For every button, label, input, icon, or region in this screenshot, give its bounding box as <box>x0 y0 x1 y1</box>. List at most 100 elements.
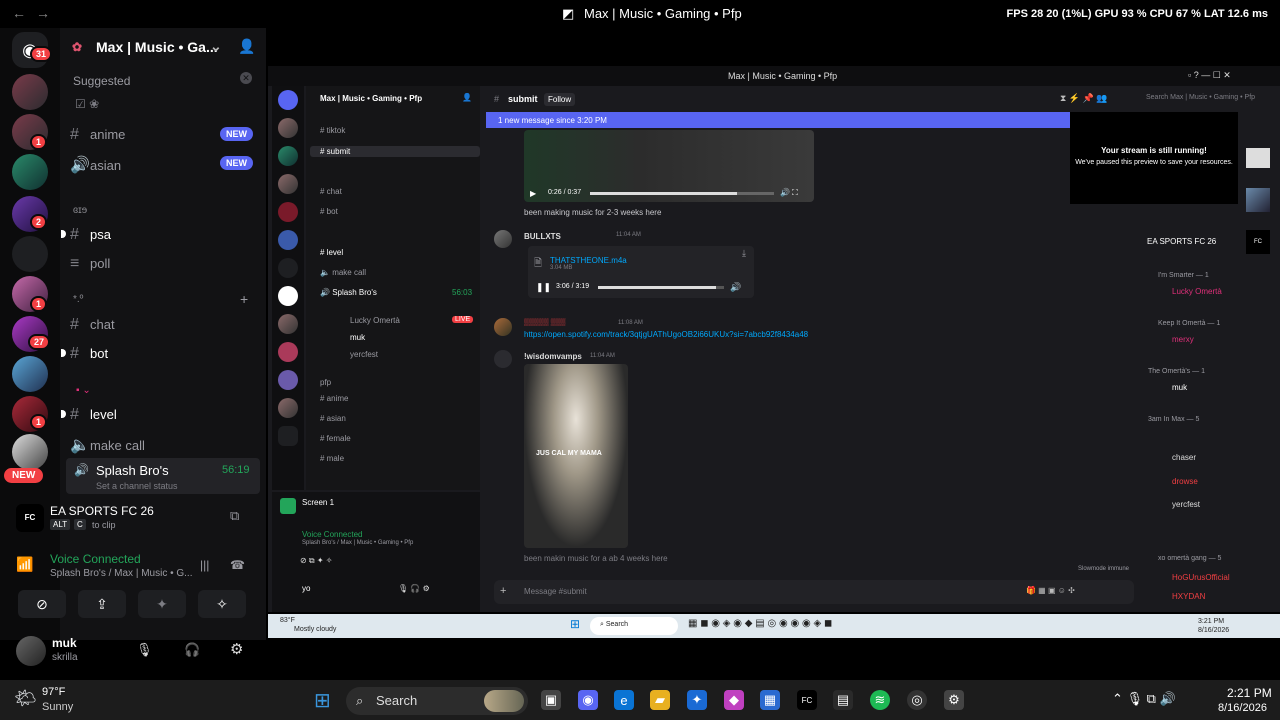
avatar[interactable] <box>16 636 46 666</box>
file-explorer-icon[interactable]: ▰ <box>650 690 670 710</box>
member-name[interactable]: muk <box>1172 383 1187 392</box>
inner-server-icon[interactable] <box>278 118 298 138</box>
voice-member[interactable]: Lucky Omertà <box>350 316 400 325</box>
forward-arrow-icon[interactable]: → <box>36 5 50 21</box>
message-input[interactable]: + Message #submit 🎁 ▦ ▣ ☺ ✣ <box>494 580 1134 604</box>
weather-sun-icon[interactable]: 🌤 <box>14 688 37 709</box>
channel-psa[interactable]: # psa <box>70 226 111 244</box>
inner-channel-bot[interactable]: # bot <box>320 207 338 216</box>
member-thumbnail[interactable] <box>1246 148 1270 168</box>
channel-bot[interactable]: # bot <box>70 345 108 363</box>
avatar[interactable] <box>494 318 512 336</box>
server-icon[interactable] <box>12 356 48 392</box>
attach-plus-icon[interactable]: + <box>500 585 506 597</box>
video-progress[interactable] <box>590 192 774 195</box>
server-icon[interactable] <box>12 434 48 470</box>
settings-gear-icon[interactable]: ⚙ <box>230 640 243 658</box>
inner-server-icon[interactable] <box>278 398 298 418</box>
spotify-icon[interactable]: ≋ <box>870 690 890 710</box>
inner-channel-male[interactable]: # male <box>320 454 344 463</box>
inner-server-icon[interactable] <box>278 286 298 306</box>
inner-server-name[interactable]: Max | Music • Gaming • Pfp <box>320 94 422 103</box>
disconnect-icon[interactable]: ☎ <box>230 558 245 572</box>
inner-server-icon[interactable] <box>278 314 298 334</box>
edge-browser-icon[interactable]: e <box>614 690 634 710</box>
channel-anime[interactable]: # anime <box>70 126 125 144</box>
inner-search[interactable]: ⌕ Search <box>590 617 678 635</box>
ea-fc-icon[interactable]: FC <box>797 690 817 710</box>
inner-voice-status[interactable]: Voice Connected <box>302 530 363 539</box>
server-icon[interactable] <box>12 154 48 190</box>
windows-start-icon[interactable]: ⊞ <box>570 617 580 631</box>
username[interactable]: muk <box>52 636 77 650</box>
settings-gear-icon[interactable]: ⚙ <box>944 690 964 710</box>
member-name[interactable]: drowse <box>1172 477 1198 486</box>
member-name[interactable]: HoGUrusOfficial <box>1172 573 1230 582</box>
store-icon[interactable]: ▦ <box>760 690 780 710</box>
message-author[interactable]: BULLXTS <box>524 232 561 241</box>
voice-status[interactable]: Voice Connected <box>50 552 141 566</box>
server-icon[interactable] <box>12 74 48 110</box>
channel-status[interactable]: Set a channel status <box>96 481 178 491</box>
voice-channel-splash[interactable]: 🔊 Splash Bro's 56:19 Set a channel statu… <box>66 458 260 494</box>
inner-username[interactable]: yo <box>302 584 310 593</box>
volume-icon[interactable]: 🔊 <box>730 282 741 293</box>
spotify-link[interactable]: https://open.spotify.com/track/3qtjgUATh… <box>524 330 808 339</box>
channel-level[interactable]: # level <box>70 406 117 424</box>
file-link[interactable]: THATSTHEONE.m4a <box>550 256 627 265</box>
channel-chat[interactable]: # chat <box>70 316 115 334</box>
tray-icons[interactable]: ⌃ 🎙 ⧉ 🔊 <box>1112 691 1176 707</box>
category-label[interactable]: *.º <box>73 294 83 305</box>
volume-icon[interactable]: 🔊 ⛶ <box>780 188 798 198</box>
obs-icon[interactable]: ◎ <box>907 690 927 710</box>
activities-button[interactable]: ✦ <box>138 590 186 618</box>
soundboard-icon[interactable]: ||| <box>200 558 209 572</box>
voice-location[interactable]: Splash Bro's / Max | Music • G... <box>50 568 193 579</box>
add-channel-icon[interactable]: + <box>240 291 248 307</box>
signal-icon[interactable]: 📶 <box>16 556 33 573</box>
play-icon[interactable]: ▶ <box>530 189 536 198</box>
member-name[interactable]: HXYDAN <box>1172 592 1205 601</box>
inner-channel-anime[interactable]: # anime <box>320 394 348 403</box>
inner-channel-make-call[interactable]: 🔈 make call <box>320 268 366 277</box>
activity-game[interactable]: EA SPORTS FC 26 <box>1147 237 1216 246</box>
app-icon[interactable]: ✦ <box>687 690 707 710</box>
inner-server-icon[interactable] <box>278 370 298 390</box>
inner-channel-asian[interactable]: # asian <box>320 414 346 423</box>
inner-window-controls[interactable]: ▫ ? — ☐ ✕ <box>1188 70 1231 81</box>
add-member-icon[interactable]: 👤 <box>462 93 472 102</box>
add-member-icon[interactable]: 👤 <box>238 38 255 55</box>
chevron-down-icon[interactable]: ⌄ <box>210 38 222 55</box>
category-flag-icon[interactable]: ▪ ⌄ <box>76 385 91 396</box>
message-author[interactable]: !wisdomvamps <box>524 352 582 361</box>
inner-voice-buttons[interactable]: ⊘ ⧉ ✦ ✧ <box>300 556 333 566</box>
screen-share-icon[interactable]: ⧉ <box>230 508 239 524</box>
search-input[interactable]: Search Max | Music • Gaming • Pfp <box>1146 94 1255 101</box>
member-name[interactable]: yercfest <box>1172 500 1200 509</box>
inner-server-icon[interactable] <box>278 230 298 250</box>
inner-server-icon[interactable] <box>278 174 298 194</box>
copilot-icon[interactable]: ◆ <box>724 690 744 710</box>
inner-server-icon[interactable] <box>278 202 298 222</box>
inner-voice-channel[interactable]: 🔊 Splash Bro's <box>320 288 377 297</box>
channel-poll[interactable]: ≡ poll <box>70 255 110 273</box>
headphones-icon[interactable]: 🎧 <box>184 642 200 658</box>
inner-channel-chat[interactable]: # chat <box>320 187 342 196</box>
pause-icon[interactable]: ❚❚ <box>536 282 551 293</box>
inner-server-icon[interactable] <box>278 146 298 166</box>
download-icon[interactable]: ⤓ <box>742 248 746 259</box>
taskbar-search[interactable]: ⌕ Search <box>346 687 528 715</box>
server-icon[interactable] <box>12 236 48 272</box>
capture-icon[interactable]: ▤ <box>833 690 853 710</box>
inner-taskbar-apps[interactable]: ▦ ◼ ◉ ◈ ◉ ◆ ▤ ◎ ◉ ◉ ◉ ◈ ◼ <box>688 618 832 629</box>
inner-voice-location[interactable]: Splash Bro's / Max | Music • Gaming • Pf… <box>302 540 413 546</box>
new-messages-bar[interactable]: 1 new message since 3:20 PM <box>486 112 1070 128</box>
back-arrow-icon[interactable]: ← <box>12 5 26 21</box>
discord-taskbar-icon[interactable]: ◉ <box>578 690 598 710</box>
effects-button[interactable]: ✧ <box>198 590 246 618</box>
avatar[interactable] <box>494 350 512 368</box>
inner-channel-level[interactable]: # level <box>320 248 343 257</box>
task-view-icon[interactable]: ▣ <box>541 690 561 710</box>
member-name[interactable]: Lucky Omertà <box>1172 287 1222 296</box>
audio-progress[interactable] <box>598 286 724 289</box>
